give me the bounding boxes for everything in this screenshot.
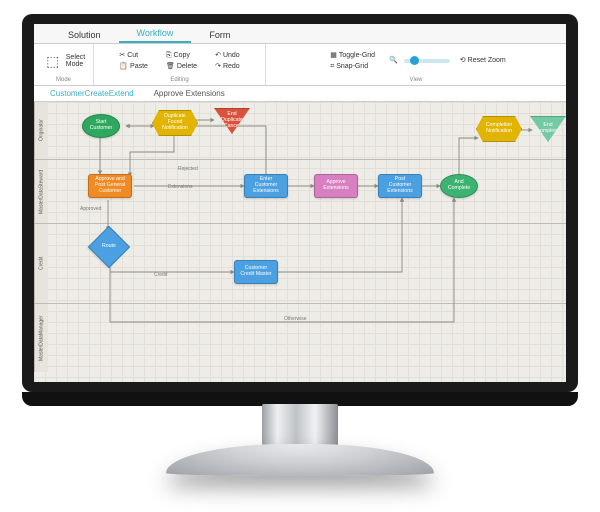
toggle-grid-button[interactable]: ▦Toggle-Grid xyxy=(325,50,380,61)
node-enter-extensions[interactable]: Enter Customer Extensions xyxy=(244,174,288,198)
paste-button[interactable]: 📋Paste xyxy=(114,61,153,72)
monitor-bezel: Solution Workflow Form ⬚ Select Mode Mod… xyxy=(22,14,578,392)
tab-form[interactable]: Form xyxy=(191,26,248,43)
reset-icon: ⟲ xyxy=(460,57,466,64)
redo-button[interactable]: ↷Redo xyxy=(210,61,245,72)
monitor-mockup: Solution Workflow Form ⬚ Select Mode Mod… xyxy=(0,0,600,512)
workflow-canvas[interactable]: Originator MasterDataSteward Credit Mast… xyxy=(34,102,566,382)
tab-workflow[interactable]: Workflow xyxy=(119,24,192,43)
edge-credit: Credit xyxy=(154,272,167,278)
undo-button[interactable]: ↶Undo xyxy=(210,50,245,61)
node-and-complete[interactable]: And Complete xyxy=(440,174,478,198)
cursor-icon: ⬚ xyxy=(42,50,64,72)
trash-icon: 🗑 xyxy=(166,63,175,70)
design-tab-main[interactable]: CustomerCreateExtend xyxy=(40,87,144,100)
ribbon-group-editing: ✂Cut 📋Paste ⎘Copy 🗑Delete ↶Undo ↷Redo Ed… xyxy=(94,44,266,85)
copy-icon: ⎘ xyxy=(166,52,172,59)
ribbon-group-view: ▦Toggle-Grid ⌗Snap-Grid 🔍 ⟲Reset Zoom Vi… xyxy=(266,44,566,85)
edge-extensions: Extensions xyxy=(168,184,192,190)
node-dup-found[interactable]: Duplicate Found Notification xyxy=(152,110,198,136)
slider-thumb[interactable] xyxy=(410,56,419,65)
app-screen: Solution Workflow Form ⬚ Select Mode Mod… xyxy=(34,24,566,382)
zoom-slider[interactable]: 🔍 xyxy=(384,55,455,66)
reset-zoom-button[interactable]: ⟲Reset Zoom xyxy=(455,55,511,66)
lane-manager: MasterDataManager xyxy=(34,304,566,372)
node-start[interactable]: Start Customer xyxy=(82,114,120,138)
clipboard-icon: 📋 xyxy=(119,63,128,70)
redo-icon: ↷ xyxy=(215,63,221,70)
zoom-icon: 🔍 xyxy=(389,57,398,64)
edge-approved: Approved xyxy=(80,206,101,212)
snap-icon: ⌗ xyxy=(330,63,334,70)
group-label-view: View xyxy=(410,77,423,83)
ribbon: ⬚ Select Mode Mode ✂Cut 📋Paste ⎘Copy xyxy=(34,44,566,86)
node-complete-notif[interactable]: Completion Notification xyxy=(476,116,522,142)
delete-button[interactable]: 🗑Delete xyxy=(161,61,202,72)
edge-otherwise: Otherwise xyxy=(284,316,307,322)
ribbon-group-mode: ⬚ Select Mode Mode xyxy=(34,44,94,85)
node-post-extensions[interactable]: Post Customer Extensions xyxy=(378,174,422,198)
node-approve-post[interactable]: Approve and Post General Customer xyxy=(88,174,132,198)
select-mode-button[interactable]: ⬚ Select Mode xyxy=(37,48,90,74)
node-credit-master[interactable]: Customer Credit Master xyxy=(234,260,278,284)
edge-rejected: Rejected xyxy=(178,166,198,172)
grid-icon: ▦ xyxy=(330,52,337,59)
undo-icon: ↶ xyxy=(215,52,221,59)
slider-track xyxy=(404,59,450,63)
snap-grid-button[interactable]: ⌗Snap-Grid xyxy=(325,61,380,72)
group-label-mode: Mode xyxy=(56,77,71,83)
scissors-icon: ✂ xyxy=(119,52,125,59)
copy-button[interactable]: ⎘Copy xyxy=(161,50,202,61)
node-approve-extensions[interactable]: Approve Extensions xyxy=(314,174,358,198)
group-label-editing: Editing xyxy=(170,77,188,83)
tab-solution[interactable]: Solution xyxy=(50,26,119,43)
design-tab-approve[interactable]: Approve Extensions xyxy=(144,87,235,100)
primary-tabs: Solution Workflow Form xyxy=(34,24,566,44)
design-tabs: CustomerCreateExtend Approve Extensions xyxy=(34,86,566,102)
monitor-stand-foot xyxy=(166,444,434,476)
cut-button[interactable]: ✂Cut xyxy=(114,50,153,61)
